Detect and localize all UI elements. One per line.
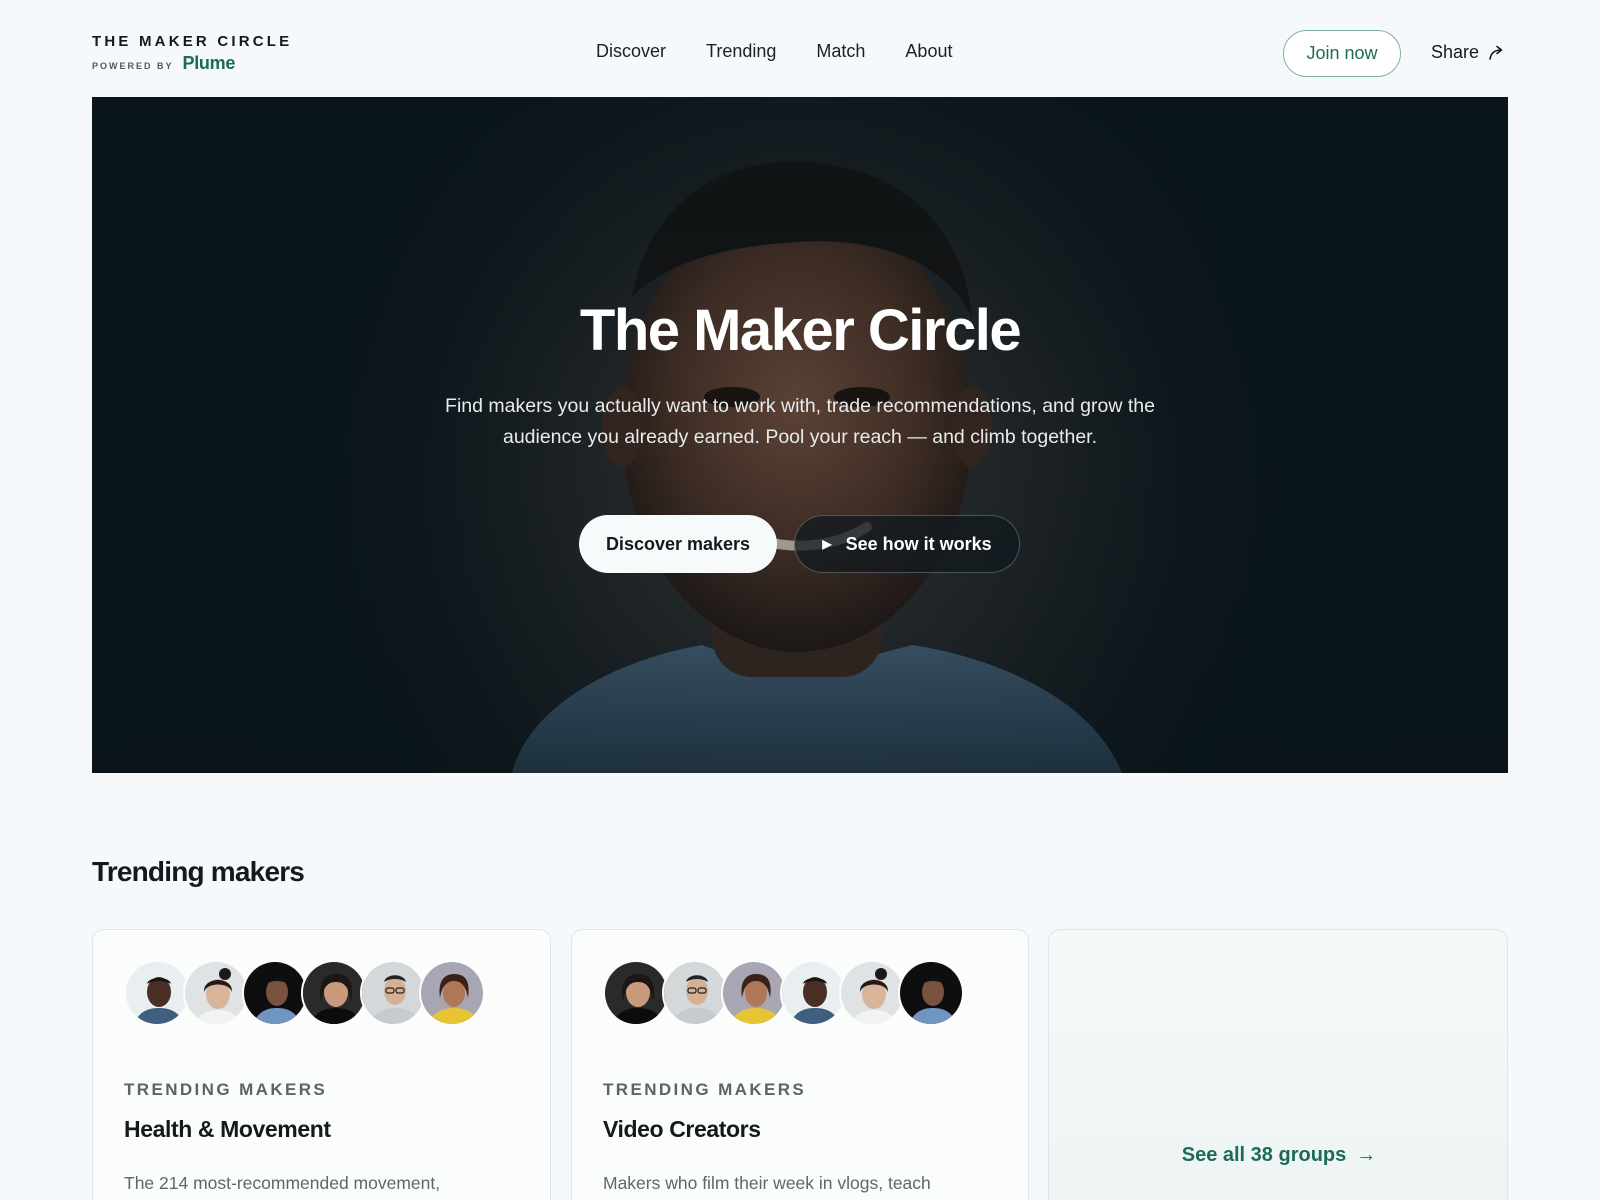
hero-description: Find makers you actually want to work wi… — [445, 395, 1155, 448]
arrow-right-icon: → — [1356, 1144, 1377, 1166]
main-nav: Discover Trending Match About — [596, 41, 952, 62]
card-title: Health & Movement — [124, 1116, 331, 1142]
avatar — [124, 960, 190, 1026]
avatar — [603, 960, 669, 1026]
card-eyebrow: TRENDING MAKERS — [124, 1080, 328, 1099]
avatar — [360, 960, 426, 1026]
avatar-stack — [124, 960, 485, 1026]
card-description: The 214 most-recommended movement, — [124, 1173, 441, 1193]
play-icon: ▶ — [822, 537, 832, 551]
avatar — [242, 960, 308, 1026]
card-description: Makers who film their week in vlogs, tea… — [603, 1173, 931, 1193]
avatar — [721, 960, 787, 1026]
brand-logo[interactable]: THE MAKER CIRCLE POWERED BY Plume — [92, 33, 292, 74]
avatar — [419, 960, 485, 1026]
avatar — [662, 960, 728, 1026]
avatar — [183, 960, 249, 1026]
card-title: Video Creators — [603, 1116, 761, 1142]
nav-about[interactable]: About — [905, 41, 952, 62]
see-how-label: See how it works — [845, 533, 992, 554]
site-header: THE MAKER CIRCLE POWERED BY Plume Discov… — [0, 0, 1600, 97]
share-label: Share — [1431, 42, 1480, 62]
nav-match[interactable]: Match — [816, 41, 865, 62]
brand-subline: POWERED BY Plume — [92, 53, 292, 74]
see-all-groups-card[interactable]: See all 38 groups → — [1048, 929, 1508, 1200]
see-all-groups-link[interactable]: See all 38 groups → — [1049, 1144, 1509, 1167]
avatar — [839, 960, 905, 1026]
see-how-it-works-button[interactable]: ▶ See how it works — [794, 515, 1020, 573]
avatar — [780, 960, 846, 1026]
powered-by-label: POWERED BY — [92, 61, 174, 71]
group-card-video-creators[interactable]: TRENDING MAKERS Video Creators Makers wh… — [571, 929, 1029, 1200]
share-button[interactable]: Share — [1431, 42, 1505, 63]
group-card-health-movement[interactable]: TRENDING MAKERS Health & Movement The 21… — [92, 929, 551, 1200]
avatar — [898, 960, 964, 1026]
trending-section-title: Trending makers — [92, 856, 305, 887]
hero-banner: The Maker Circle Find makers you actuall… — [92, 97, 1508, 773]
brand-title: THE MAKER CIRCLE — [92, 33, 293, 50]
avatar-stack — [603, 960, 964, 1026]
discover-makers-button[interactable]: Discover makers — [579, 515, 777, 573]
card-eyebrow: TRENDING MAKERS — [603, 1080, 807, 1099]
plume-logo: Plume — [182, 53, 236, 73]
hero-title: The Maker Circle — [579, 298, 1022, 363]
see-all-label: See all 38 groups — [1181, 1144, 1347, 1166]
share-arrow-icon — [1489, 45, 1503, 60]
nav-discover[interactable]: Discover — [596, 41, 666, 62]
avatar — [301, 960, 367, 1026]
join-now-button[interactable]: Join now — [1283, 30, 1401, 77]
nav-trending[interactable]: Trending — [706, 41, 776, 62]
